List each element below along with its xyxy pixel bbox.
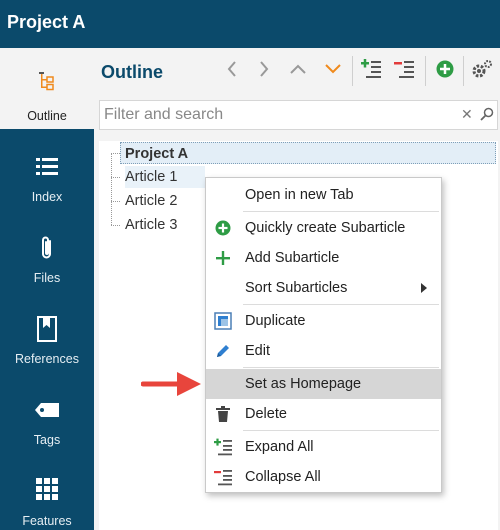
grid-icon	[0, 478, 94, 500]
move-up-button[interactable]	[284, 57, 312, 85]
sidebar-item-outline[interactable]: Outline	[0, 48, 94, 129]
sidebar-item-features[interactable]: Features	[0, 462, 94, 530]
menu-item-label: Delete	[245, 406, 287, 422]
tree-connector	[111, 177, 120, 178]
sidebar: Outline Index Files References Tags Feat…	[0, 48, 94, 530]
tree-node[interactable]: Article 3	[125, 214, 177, 236]
down-icon	[324, 62, 342, 80]
up-icon	[289, 62, 307, 80]
expand-all-button[interactable]	[357, 57, 385, 85]
move-down-button[interactable]	[319, 57, 347, 85]
duplicate-icon	[214, 312, 232, 330]
bookmark-icon	[0, 316, 94, 342]
sidebar-item-references[interactable]: References	[0, 300, 94, 381]
tag-icon	[0, 402, 94, 418]
menu-item-label: Expand All	[245, 439, 314, 455]
menu-item-label: Collapse All	[245, 469, 321, 485]
collapse-all-icon	[394, 59, 414, 84]
menu-item-set-as-homepage[interactable]: Set as Homepage	[206, 369, 441, 399]
sidebar-item-label: Tags	[33, 433, 61, 447]
menu-item-collapse-all[interactable]: Collapse All	[206, 462, 441, 492]
sidebar-item-label: References	[15, 352, 79, 366]
forward-button[interactable]	[250, 57, 278, 85]
menu-item-label: Duplicate	[245, 313, 306, 329]
add-icon	[436, 60, 454, 83]
settings-icon	[471, 59, 493, 84]
tree-node[interactable]: Article 2	[125, 190, 177, 212]
pencil-icon	[214, 342, 232, 360]
menu-item-delete[interactable]: Delete	[206, 399, 441, 429]
plus-circle-icon	[214, 219, 232, 237]
outline-icon	[0, 70, 94, 94]
menu-divider	[243, 367, 439, 368]
search-box: ✕	[99, 100, 498, 130]
toolbar-divider	[425, 56, 426, 86]
menu-divider	[243, 211, 439, 212]
sidebar-item-files[interactable]: Files	[0, 219, 94, 300]
tree-connector	[111, 225, 120, 226]
context-menu: Open in new Tab Quickly create Subarticl…	[205, 177, 442, 493]
menu-item-sort-subarticles[interactable]: Sort Subarticles	[206, 273, 441, 303]
back-icon	[226, 60, 238, 83]
list-icon	[0, 157, 94, 177]
menu-item-duplicate[interactable]: Duplicate	[206, 306, 441, 336]
clear-search-icon[interactable]: ✕	[461, 106, 473, 123]
tree-connector	[111, 201, 120, 202]
sidebar-item-label: Index	[31, 190, 63, 204]
title-bar: Project A	[0, 0, 500, 48]
menu-item-label: Add Subarticle	[245, 250, 340, 266]
forward-icon	[258, 60, 270, 83]
menu-item-label: Sort Subarticles	[245, 280, 348, 296]
back-button[interactable]	[218, 57, 246, 85]
menu-item-open-in-new-tab[interactable]: Open in new Tab	[206, 180, 441, 210]
sidebar-item-label: Files	[33, 271, 61, 285]
menu-item-quickly-create-subarticle[interactable]: Quickly create Subarticle	[206, 213, 441, 243]
add-button[interactable]	[431, 57, 459, 85]
tree-connector	[111, 153, 120, 154]
menu-item-label: Quickly create Subarticle	[245, 220, 406, 236]
tree-node[interactable]: Article 1	[125, 166, 205, 188]
settings-button[interactable]	[468, 57, 496, 85]
expand-all-icon	[214, 438, 232, 456]
menu-item-expand-all[interactable]: Expand All	[206, 432, 441, 462]
paperclip-icon	[0, 235, 94, 261]
search-icon[interactable]	[480, 107, 494, 126]
sidebar-item-label: Outline	[27, 109, 67, 123]
menu-item-add-subarticle[interactable]: Add Subarticle	[206, 243, 441, 273]
menu-divider	[243, 304, 439, 305]
menu-divider	[243, 430, 439, 431]
toolbar-divider	[463, 56, 464, 86]
plus-icon	[214, 249, 232, 267]
sidebar-item-tags[interactable]: Tags	[0, 381, 94, 462]
submenu-arrow-icon	[420, 281, 428, 299]
annotation-arrow-icon	[140, 369, 203, 404]
menu-item-label: Set as Homepage	[245, 376, 362, 392]
menu-item-edit[interactable]: Edit	[206, 336, 441, 366]
search-input[interactable]	[104, 105, 454, 125]
collapse-all-icon	[214, 468, 232, 486]
menu-item-label: Edit	[245, 343, 270, 359]
menu-item-label: Open in new Tab	[245, 187, 354, 203]
tree-root-node[interactable]: Project A	[120, 142, 496, 164]
tree-connector	[111, 153, 112, 225]
window-title: Project A	[7, 12, 86, 32]
toolbar-divider	[352, 56, 353, 86]
trash-icon	[214, 405, 232, 423]
panel-title: Outline	[101, 62, 163, 82]
sidebar-item-label: Features	[22, 514, 72, 528]
sidebar-item-index[interactable]: Index	[0, 138, 94, 219]
expand-all-icon	[361, 58, 381, 84]
collapse-all-button[interactable]	[390, 57, 418, 85]
